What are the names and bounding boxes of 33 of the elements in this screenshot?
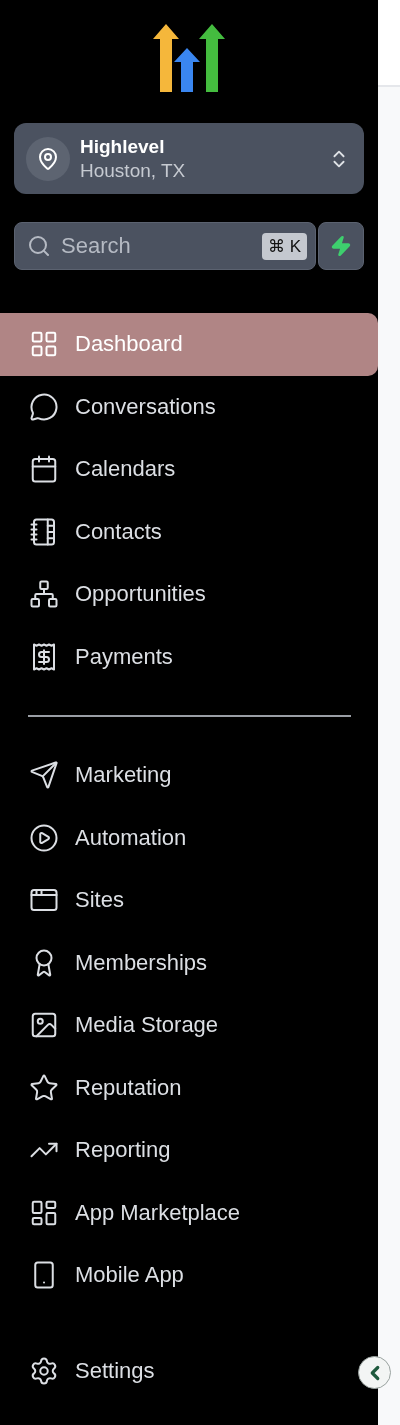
nav-item[interactable]: Media Storage: [0, 994, 378, 1057]
nav-item[interactable]: App Marketplace: [0, 1181, 378, 1244]
search-icon: [27, 234, 51, 258]
settings-icon: [29, 1355, 59, 1386]
search-field[interactable]: Search ⌘ K: [14, 222, 316, 270]
nav-item[interactable]: Reputation: [0, 1056, 378, 1119]
chat-bubble-icon: [29, 391, 59, 422]
search-input[interactable]: Search: [59, 232, 254, 260]
nav-item[interactable]: Reporting: [0, 1119, 378, 1182]
nav-item[interactable]: Opportunities: [0, 563, 378, 626]
logo-icon: [153, 24, 225, 92]
nav-item[interactable]: Marketing: [0, 744, 378, 807]
location-switcher[interactable]: Highlevel Houston, TX: [14, 123, 364, 194]
location-name: Highlevel: [80, 135, 166, 158]
nav-item[interactable]: Settings: [0, 1339, 179, 1402]
shortcut-hint: ⌘ K: [261, 232, 307, 260]
nav-item[interactable]: Mobile App: [0, 1244, 378, 1307]
map-pin-icon: [36, 146, 60, 171]
play-circle-icon: [29, 822, 59, 853]
star-icon: [29, 1072, 59, 1103]
lightning-icon: [330, 235, 352, 257]
nav-item[interactable]: Conversations: [0, 375, 378, 438]
calendar-icon: [29, 454, 59, 485]
nav-item[interactable]: Calendars: [0, 438, 378, 501]
nav-item[interactable]: Memberships: [0, 931, 378, 994]
quick-action-button[interactable]: [318, 222, 364, 270]
nav-item[interactable]: Automation: [0, 806, 378, 869]
nav-item[interactable]: Payments: [0, 625, 378, 688]
nav-item[interactable]: Sites: [0, 869, 378, 932]
network-icon: [29, 579, 59, 610]
send-icon: [29, 760, 59, 791]
nav-item[interactable]: Contacts: [0, 500, 378, 563]
location-address: Houston, TX: [80, 159, 187, 182]
